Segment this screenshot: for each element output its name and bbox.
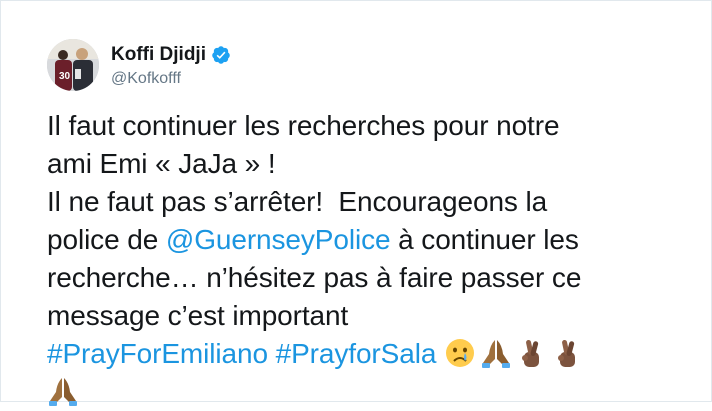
hashtag-line: #PrayForEmiliano #PrayforSala [47, 335, 697, 373]
svg-text:30: 30 [59, 71, 71, 82]
tweet-card: 30 Koffi Djidji @Kofkofff Il faut contin… [0, 0, 712, 406]
display-name[interactable]: Koffi Djidji [111, 44, 206, 66]
tweet-line: Il faut continuer les recherches pour no… [47, 110, 560, 141]
hashtag-link[interactable]: #PrayForEmiliano [47, 338, 268, 369]
verified-badge-icon [212, 45, 230, 64]
tweet-line: recherche… n’hésitez pas à faire passer … [47, 262, 582, 293]
user-names: Koffi Djidji @Kofkofff [111, 43, 231, 88]
tweet-line: Il ne faut pas s’arrêter! Encourageons l… [47, 186, 548, 217]
tweet-line: message c’est important [47, 300, 349, 331]
avatar[interactable]: 30 [47, 39, 99, 91]
tweet-header: 30 Koffi Djidji @Kofkofff [47, 37, 231, 93]
folded-hands-emoji-icon [481, 340, 510, 368]
tweet-line: ami Emi « JaJa » ! [47, 148, 276, 179]
crossed-fingers-emoji-icon [521, 339, 539, 367]
emoji-line [47, 373, 697, 411]
crossed-fingers-emoji-icon [557, 339, 575, 367]
user-handle[interactable]: @Kofkofff [111, 70, 231, 88]
avatar-photo-icon: 30 [47, 39, 99, 91]
crying-face-emoji-icon [445, 339, 474, 367]
mention-link[interactable]: @GuernseyPolice [166, 224, 391, 255]
hashtag-link[interactable]: #PrayforSala [276, 338, 437, 369]
tweet-text: Il faut continuer les recherches pour no… [47, 107, 697, 411]
folded-hands-emoji-icon [49, 378, 77, 406]
tweet-line: police de @GuernseyPolice à continuer le… [47, 224, 579, 255]
